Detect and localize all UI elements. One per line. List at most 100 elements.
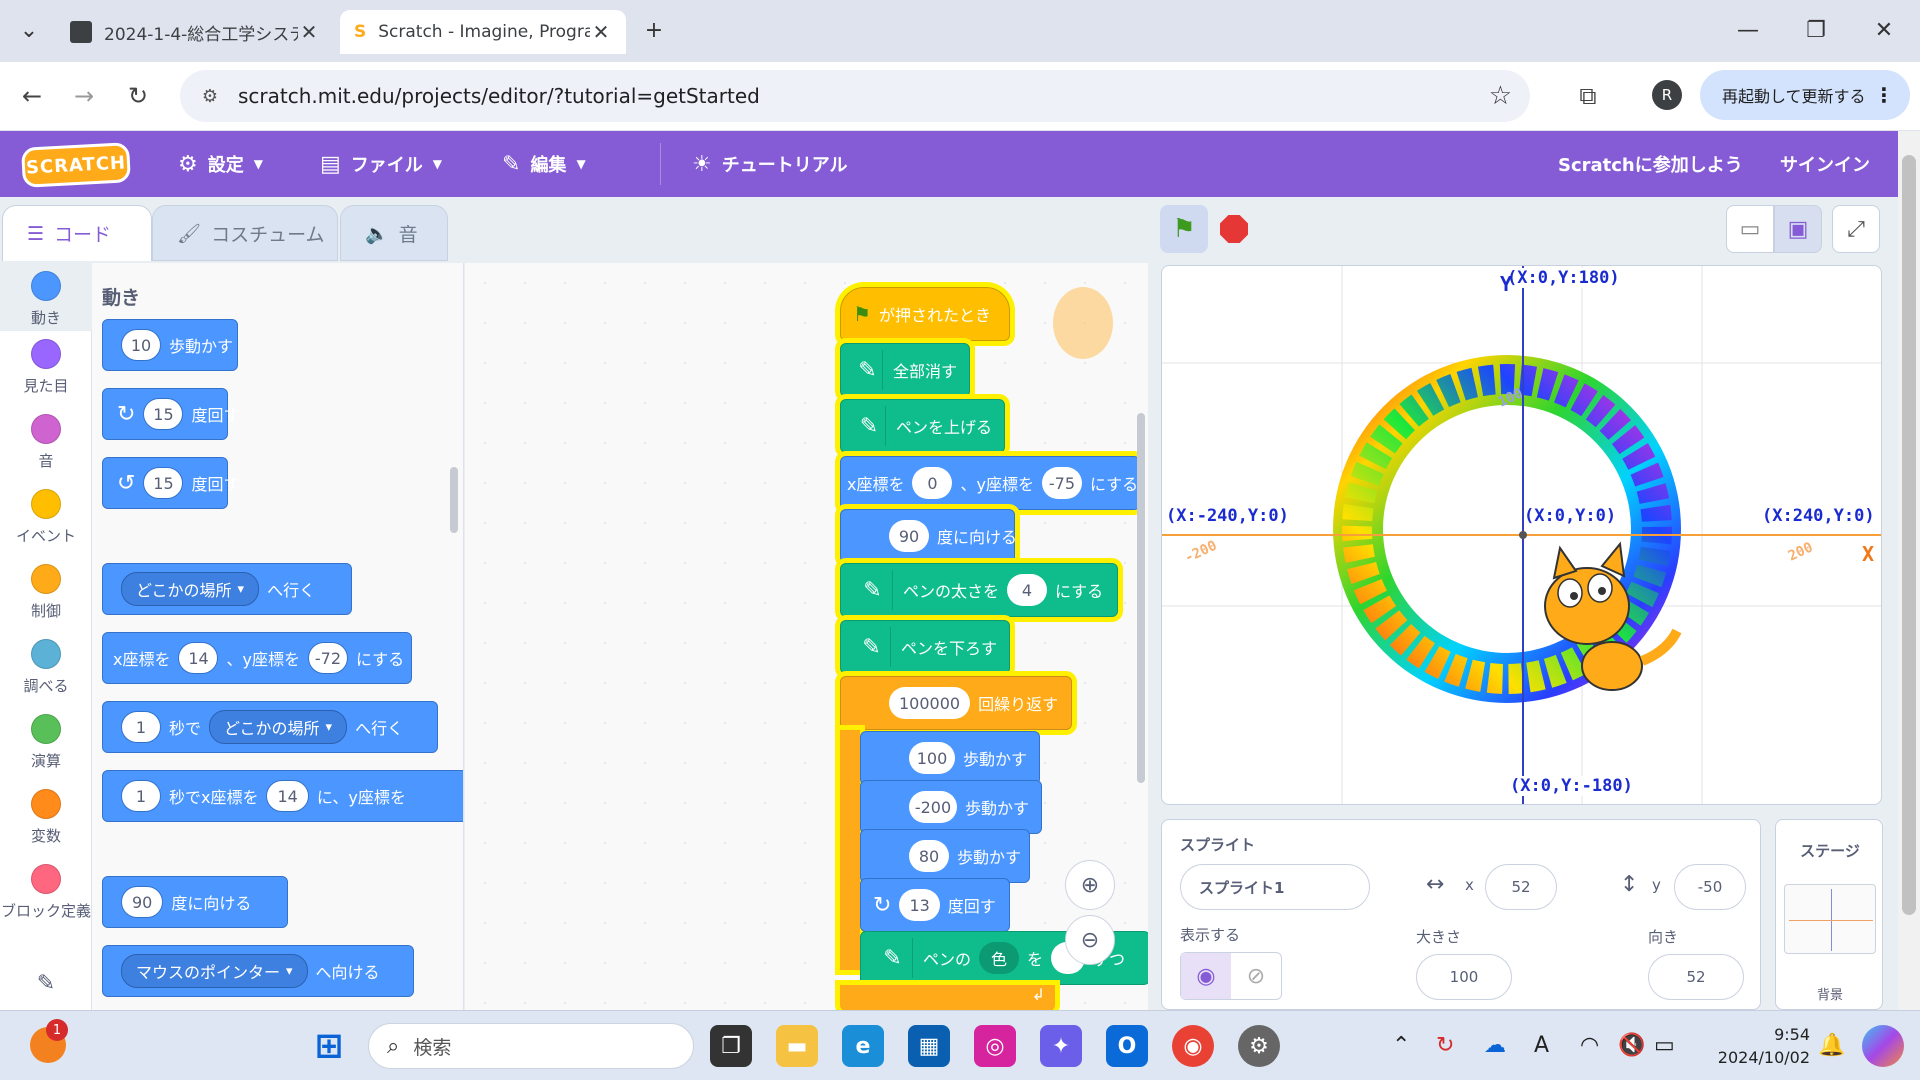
block-dropdown[interactable]: どこかの場所 bbox=[209, 710, 348, 744]
category-sensing[interactable]: 調べる bbox=[0, 639, 92, 696]
tab-close-icon[interactable]: ✕ bbox=[590, 20, 612, 44]
minimize-icon[interactable]: — bbox=[1720, 10, 1776, 50]
scratch-logo[interactable]: SCRATCH bbox=[21, 142, 131, 188]
block-turn-right[interactable]: ↻ 13 度回す bbox=[860, 878, 1010, 932]
instagram-icon[interactable]: ◎ bbox=[974, 1025, 1016, 1067]
tab-costumes[interactable]: 🖌 コスチューム bbox=[152, 205, 338, 261]
copilot-icon[interactable]: ✦ bbox=[1040, 1025, 1082, 1067]
block-dropdown[interactable]: 色 bbox=[979, 942, 1020, 974]
sprite-name-input[interactable]: スプライト1 bbox=[1180, 864, 1370, 910]
settings-menu[interactable]: ⚙ 設定 ▼ bbox=[178, 131, 263, 197]
block-set-xy[interactable]: x座標を 0 、y座標を -75 にする bbox=[840, 456, 1140, 510]
copilot-pre-icon[interactable] bbox=[1862, 1025, 1904, 1067]
stop-button[interactable] bbox=[1210, 205, 1258, 253]
start-windows-icon[interactable]: ⊞ bbox=[308, 1025, 350, 1067]
block-input[interactable]: 100000 bbox=[889, 687, 971, 719]
block-input[interactable]: 15 bbox=[143, 467, 184, 499]
new-tab-button[interactable]: + bbox=[626, 10, 682, 50]
block-point-towards[interactable]: マウスのポインター へ向ける bbox=[102, 945, 414, 997]
tab-sounds[interactable]: 🔈 音 bbox=[340, 205, 448, 261]
tab-search-button[interactable]: ⌄ bbox=[6, 10, 52, 50]
tab-code[interactable]: ☰ コード bbox=[2, 205, 152, 261]
block-input[interactable]: 90 bbox=[121, 886, 164, 918]
category-events[interactable]: イベント bbox=[0, 489, 92, 546]
block-goto[interactable]: どこかの場所 へ行く bbox=[102, 563, 352, 615]
category-variables[interactable]: 変数 bbox=[0, 789, 92, 846]
category-control[interactable]: 制御 bbox=[0, 564, 92, 621]
page-scrollbar-thumb[interactable] bbox=[1902, 155, 1916, 915]
address-bar[interactable]: ⚙ scratch.mit.edu/projects/editor/?tutor… bbox=[180, 70, 1530, 122]
battery-icon[interactable]: ▭ bbox=[1654, 1033, 1675, 1058]
block-input[interactable]: 10 bbox=[121, 329, 161, 361]
block-glide[interactable]: 1 秒で どこかの場所 へ行く bbox=[102, 701, 438, 753]
onedrive-icon[interactable]: ☁ bbox=[1484, 1033, 1506, 1058]
site-info-icon[interactable]: ⚙ bbox=[190, 86, 230, 107]
category-looks[interactable]: 見た目 bbox=[0, 339, 92, 396]
sprite-direction-input[interactable]: 52 bbox=[1648, 954, 1744, 1000]
edit-menu[interactable]: ✎ 編集 ▼ bbox=[502, 131, 586, 197]
block-input[interactable]: 14 bbox=[178, 642, 219, 674]
block-set-xy[interactable]: x座標を 14 、y座標を -72 にする bbox=[102, 632, 412, 684]
category-pen-extension[interactable]: ✎ bbox=[0, 971, 92, 996]
ime-icon[interactable]: A bbox=[1534, 1033, 1549, 1058]
edge-icon[interactable]: e bbox=[842, 1025, 884, 1067]
workspace-scrollbar[interactable] bbox=[1137, 413, 1145, 783]
block-dropdown[interactable]: マウスのポインター bbox=[121, 954, 308, 988]
tab-inactive[interactable]: 2024-1-4-総合工学システム実験 ✕ bbox=[56, 10, 334, 54]
block-repeat[interactable]: 100000 回繰り返す bbox=[840, 676, 1072, 730]
block-move-steps[interactable]: -200 歩動かす bbox=[860, 780, 1042, 834]
category-my-blocks[interactable]: ブロック定義 bbox=[0, 864, 92, 921]
clock[interactable]: 9:54 2024/10/02 bbox=[1690, 1023, 1810, 1069]
forward-icon[interactable]: → bbox=[66, 78, 102, 114]
sprite-x-input[interactable]: 52 bbox=[1485, 864, 1557, 910]
zoom-out-button[interactable]: ⊖ bbox=[1065, 915, 1115, 965]
bell-icon[interactable]: 🔔 bbox=[1818, 1033, 1845, 1058]
bookmark-star-icon[interactable]: ☆ bbox=[1489, 81, 1512, 111]
block-input[interactable]: 90 bbox=[889, 520, 929, 552]
block-input[interactable]: 15 bbox=[143, 398, 184, 430]
block-turn-right[interactable]: ↻ 15 度回す bbox=[102, 388, 239, 440]
store-icon[interactable]: ▦ bbox=[908, 1025, 950, 1067]
tutorials-menu[interactable]: ☀ チュートリアル bbox=[692, 131, 848, 197]
block-set-pen-size[interactable]: ✎ ペンの太さを 4 にする bbox=[840, 563, 1118, 617]
block-input[interactable]: 13 bbox=[899, 889, 940, 921]
tab-active[interactable]: S Scratch - Imagine, Program, Share ✕ bbox=[340, 10, 626, 54]
green-flag-button[interactable]: ⚑ bbox=[1160, 205, 1208, 253]
sign-in-link[interactable]: サインイン bbox=[1780, 131, 1870, 197]
block-input[interactable]: 1 bbox=[121, 780, 161, 812]
block-turn-left[interactable]: ↺ 15 度回す bbox=[102, 457, 239, 509]
more-menu-icon[interactable]: ⋮ bbox=[1874, 83, 1894, 107]
small-stage-button[interactable]: ▭ bbox=[1726, 205, 1774, 253]
stage-selector[interactable]: ステージ 背景 bbox=[1775, 819, 1883, 1010]
block-input[interactable]: 14 bbox=[266, 780, 309, 812]
palette-scrollbar[interactable] bbox=[450, 467, 458, 533]
volume-muted-icon[interactable]: 🔇 bbox=[1618, 1033, 1645, 1058]
sprite-size-input[interactable]: 100 bbox=[1416, 954, 1512, 1000]
block-input[interactable]: -75 bbox=[1041, 467, 1082, 499]
sync-icon[interactable]: ↻ bbox=[1436, 1033, 1454, 1058]
stage-canvas[interactable]: (X:0,Y:180) (X:0,Y:-180) (X:-240,Y:0) (X… bbox=[1161, 265, 1882, 805]
outlook-icon[interactable]: O bbox=[1106, 1025, 1148, 1067]
block-when-flag-clicked[interactable]: ⚑ が押されたとき bbox=[840, 287, 1010, 341]
block-input[interactable]: -72 bbox=[307, 642, 348, 674]
tray-overflow-icon[interactable]: ⌃ bbox=[1392, 1033, 1410, 1058]
zoom-in-button[interactable]: ⊕ bbox=[1065, 860, 1115, 910]
block-input[interactable]: -200 bbox=[909, 791, 957, 823]
block-move-steps[interactable]: 100 歩動かす bbox=[860, 731, 1040, 785]
block-dropdown[interactable]: どこかの場所 bbox=[121, 572, 260, 606]
block-input[interactable]: 0 bbox=[912, 467, 953, 499]
join-scratch-link[interactable]: Scratchに参加しよう bbox=[1558, 131, 1743, 197]
relaunch-update-button[interactable]: 再起動して更新する ⋮ bbox=[1700, 70, 1910, 120]
block-input[interactable]: 4 bbox=[1007, 574, 1048, 606]
tab-close-icon[interactable]: ✕ bbox=[298, 20, 320, 44]
block-point-direction[interactable]: 90 度に向ける bbox=[102, 876, 288, 928]
extensions-icon[interactable]: ⧉ bbox=[1570, 78, 1606, 114]
large-stage-button[interactable]: ▣ bbox=[1774, 205, 1822, 253]
block-pen-clear[interactable]: ✎ 全部消す bbox=[840, 343, 970, 397]
block-move-steps[interactable]: 10 歩動かす bbox=[102, 319, 238, 371]
block-input[interactable]: 80 bbox=[909, 840, 949, 872]
task-view-icon[interactable]: ❐ bbox=[710, 1025, 752, 1067]
show-eye-icon[interactable]: ◉ bbox=[1181, 953, 1231, 999]
chrome-icon[interactable]: ◉ bbox=[1172, 1025, 1214, 1067]
page-scrollbar[interactable] bbox=[1898, 131, 1920, 1010]
